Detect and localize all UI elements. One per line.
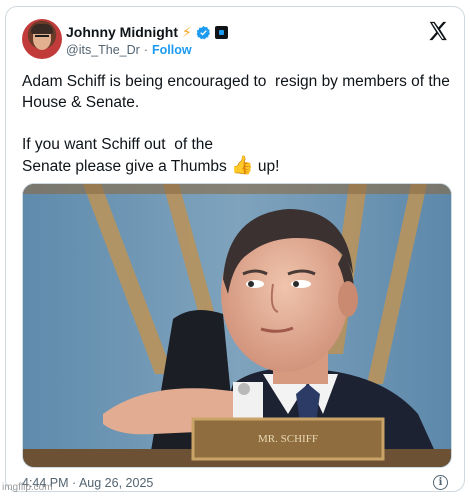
author-avatar[interactable]	[22, 19, 62, 59]
avatar-glasses	[35, 35, 49, 38]
author-display-name[interactable]: Johnny Midnight	[66, 24, 178, 40]
tweet-embed-card[interactable]: Johnny Midnight ⚡ @its_The_Dr · Follow A…	[5, 6, 465, 492]
affiliate-badge-icon	[214, 25, 228, 39]
x-logo-icon[interactable]	[427, 20, 449, 42]
author-name-line: Johnny Midnight ⚡	[66, 23, 228, 41]
thumbs-up-icon: 👍	[231, 155, 254, 175]
follow-button[interactable]: Follow	[152, 43, 192, 57]
post-text-line-1: Adam Schiff is being encouraged to resig…	[22, 73, 455, 111]
imgflip-watermark: imgflip.com	[2, 482, 53, 493]
author-handle-line: @its_The_Dr · Follow	[66, 43, 192, 57]
post-text-line-2-tail: up!	[253, 158, 280, 175]
post-text-line-2: If you want Schiff out of the Senate ple…	[22, 134, 452, 177]
bolt-icon: ⚡	[181, 24, 192, 40]
info-icon[interactable]: i	[433, 475, 448, 490]
photo-illustration: MR. SCHIFF	[23, 184, 451, 467]
post-text-line-2-main: If you want Schiff out of the Senate ple…	[22, 136, 227, 175]
nameplate-text: MR. SCHIFF	[258, 433, 318, 445]
verified-icon	[196, 25, 210, 39]
avatar-hair	[31, 24, 53, 34]
handle-separator: ·	[143, 43, 148, 57]
post-photo[interactable]: MR. SCHIFF	[22, 183, 452, 468]
author-handle[interactable]: @its_The_Dr	[66, 43, 140, 57]
post-text: Adam Schiff is being encouraged to resig…	[22, 71, 452, 177]
